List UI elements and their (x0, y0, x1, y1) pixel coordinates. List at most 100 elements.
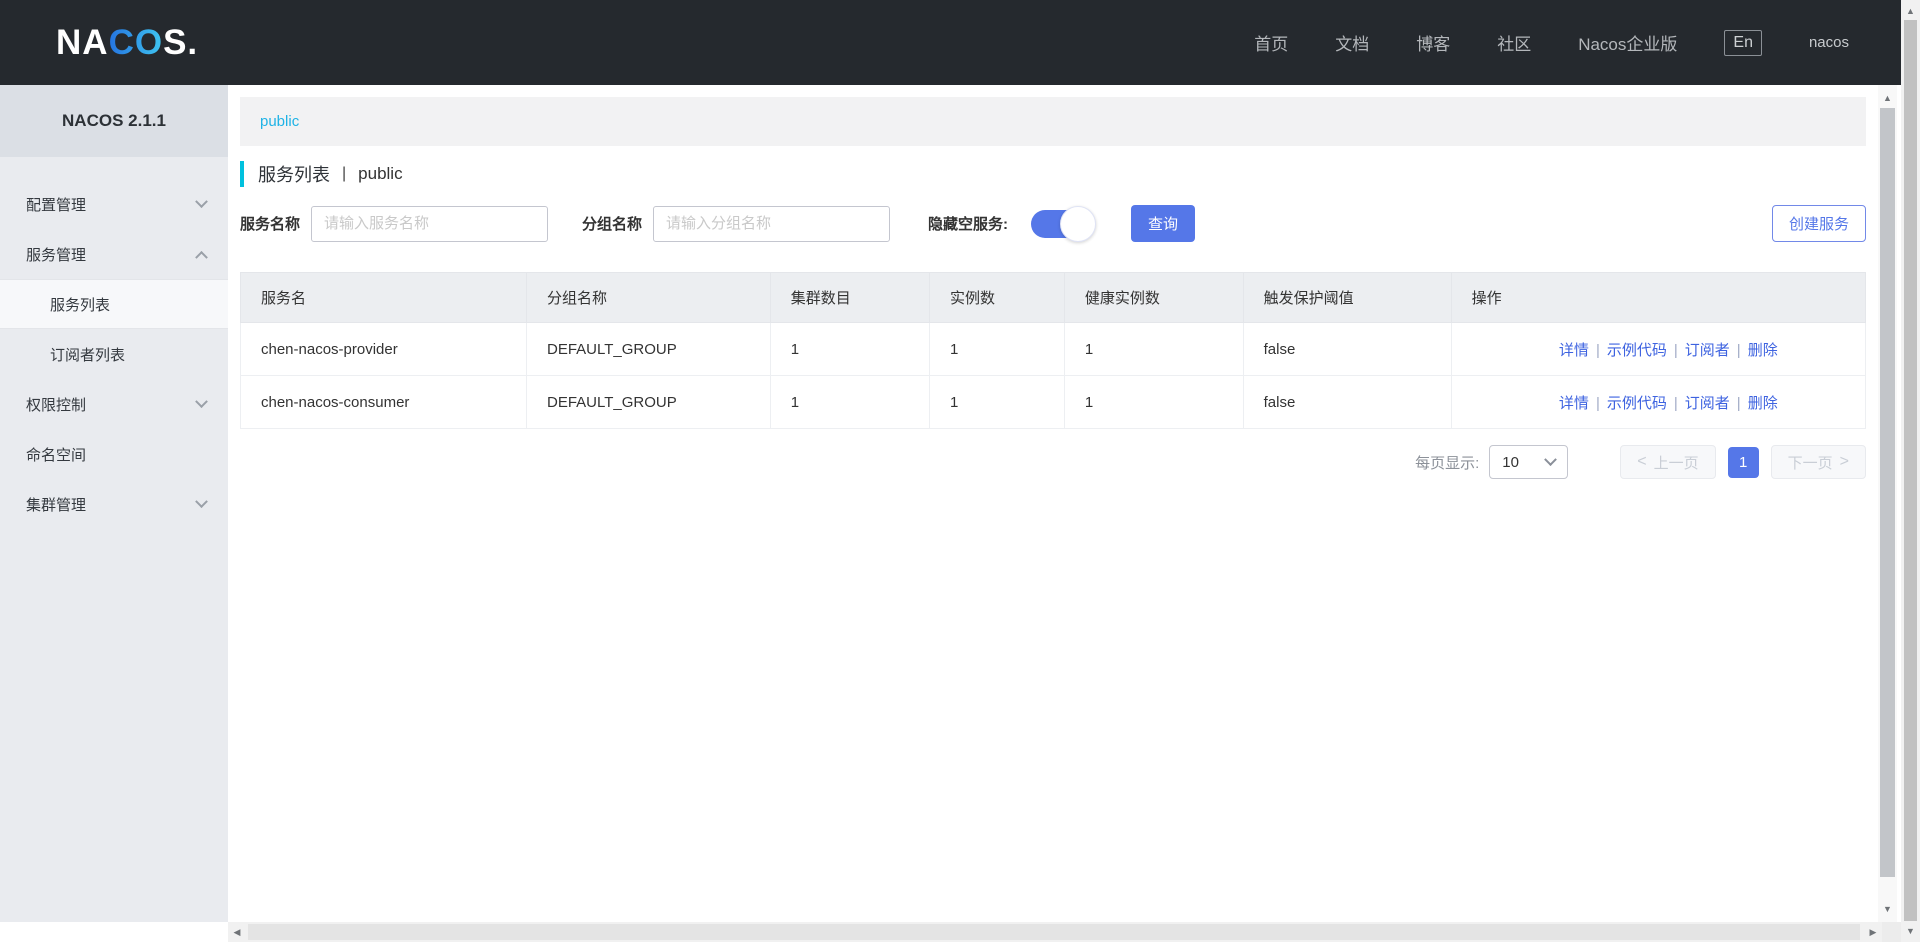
col-header-protect-threshold: 触发保护阈值 (1242, 272, 1452, 323)
scrollbar-thumb[interactable] (1904, 20, 1917, 921)
bottom-bar: ◀ ▶ (0, 922, 1901, 942)
service-name-input[interactable] (311, 205, 549, 242)
breadcrumb-namespace-link[interactable]: public (260, 113, 299, 130)
top-navbar: NACOS. 首页 文档 博客 社区 Nacos企业版 En nacos (0, 0, 1901, 85)
scroll-up-icon[interactable]: ▲ (1878, 91, 1897, 105)
cell-service-name: chen-nacos-provider (240, 322, 527, 376)
sidebar-item-config-management[interactable]: 配置管理 (0, 179, 228, 229)
scrollbar-thumb[interactable] (248, 924, 1860, 940)
group-name-label: 分组名称 (582, 216, 643, 233)
search-button[interactable]: 查询 (1131, 205, 1196, 242)
sidebar-version-title: NACOS 2.1.1 (0, 85, 228, 157)
action-separator: | (1673, 341, 1678, 359)
col-header-group-name: 分组名称 (526, 272, 771, 323)
bottom-right-corner (1882, 922, 1901, 942)
chevron-right-icon: > (1839, 453, 1849, 470)
cell-operations: 详情 | 示例代码 | 订阅者 | 删除 (1450, 322, 1867, 376)
title-separator: | (342, 165, 347, 182)
col-header-healthy-instance-count: 健康实例数 (1063, 272, 1244, 323)
nav-link-community[interactable]: 社区 (1497, 30, 1531, 55)
sample-code-link[interactable]: 示例代码 (1607, 395, 1667, 412)
col-header-operations: 操作 (1450, 272, 1867, 323)
prev-page-button[interactable]: < 上一页 (1620, 445, 1716, 479)
subscriber-link[interactable]: 订阅者 (1685, 395, 1730, 412)
cell-cluster-count: 1 (769, 375, 931, 429)
window-vertical-scrollbar[interactable]: ▲ ▼ (1901, 0, 1920, 942)
cell-group-name: DEFAULT_GROUP (526, 322, 771, 376)
sidebar-item-namespace[interactable]: 命名空间 (0, 429, 228, 479)
action-separator: | (1595, 394, 1600, 412)
service-table: 服务名 分组名称 集群数目 实例数 健康实例数 触发保护阈值 操作 chen-n… (240, 272, 1867, 429)
cell-healthy-count: 1 (1063, 322, 1244, 376)
sidebar-item-label: 订阅者列表 (50, 346, 126, 364)
cell-instance-count: 1 (929, 375, 1065, 429)
table-row: chen-nacos-consumer DEFAULT_GROUP 1 1 1 … (240, 375, 1867, 429)
sidebar-item-label: 服务列表 (50, 296, 111, 314)
nav-link-home[interactable]: 首页 (1254, 30, 1288, 55)
scrollbar-thumb[interactable] (1880, 108, 1895, 877)
prev-page-label: 上一页 (1653, 454, 1699, 472)
language-switch-button[interactable]: En (1724, 29, 1762, 56)
chevron-down-icon (195, 194, 208, 208)
chevron-down-icon (195, 394, 208, 408)
breadcrumb: public (240, 97, 1866, 146)
sidebar-menu: 配置管理 服务管理 服务列表 订阅者列表 权限控制 命名空间 集群管理 (0, 157, 228, 529)
delete-link[interactable]: 删除 (1748, 395, 1778, 412)
action-separator: | (1736, 394, 1741, 412)
nav-link-enterprise[interactable]: Nacos企业版 (1578, 30, 1677, 55)
chevron-up-icon (195, 250, 208, 264)
nacos-logo[interactable]: NACOS. (56, 23, 198, 63)
sidebar-item-cluster-management[interactable]: 集群管理 (0, 479, 228, 529)
bottom-left-corner (0, 922, 228, 942)
page-size-select[interactable]: 10 (1489, 445, 1569, 479)
col-header-cluster-count: 集群数目 (769, 272, 931, 323)
group-name-input[interactable] (653, 205, 891, 242)
filter-toolbar: 服务名称 分组名称 隐藏空服务: 查询 创建服务 (240, 205, 1866, 242)
scroll-left-icon[interactable]: ◀ (228, 922, 246, 942)
create-service-button[interactable]: 创建服务 (1772, 205, 1866, 242)
sidebar-item-label: 配置管理 (26, 196, 87, 214)
scroll-right-icon[interactable]: ▶ (1864, 922, 1882, 942)
logo-text-suffix: S. (163, 22, 199, 62)
sidebar-item-permission-control[interactable]: 权限控制 (0, 379, 228, 429)
hide-empty-service-toggle[interactable] (1031, 205, 1097, 242)
sidebar-item-label: 命名空间 (26, 446, 87, 464)
subscriber-link[interactable]: 订阅者 (1685, 342, 1730, 359)
page-size-label: 每页显示: (1415, 454, 1480, 472)
content-vertical-scrollbar[interactable]: ▲ ▼ (1878, 85, 1897, 922)
cell-protect-threshold: false (1242, 322, 1452, 376)
cell-cluster-count: 1 (769, 322, 931, 376)
scroll-down-icon[interactable]: ▼ (1901, 924, 1920, 938)
sidebar-item-service-list[interactable]: 服务列表 (0, 279, 228, 329)
nav-link-docs[interactable]: 文档 (1335, 30, 1369, 55)
scroll-down-icon[interactable]: ▼ (1878, 902, 1897, 916)
cell-operations: 详情 | 示例代码 | 订阅者 | 删除 (1450, 375, 1867, 429)
app-window: NACOS. 首页 文档 博客 社区 Nacos企业版 En nacos NAC… (0, 0, 1901, 942)
action-separator: | (1595, 341, 1600, 359)
sidebar-item-service-management[interactable]: 服务管理 (0, 229, 228, 279)
sidebar-item-label: 集群管理 (26, 496, 87, 514)
horizontal-scrollbar[interactable]: ◀ ▶ (228, 922, 1882, 942)
main-content: public 服务列表 | public 服务名称 分组名称 隐藏空服务: 查询… (228, 85, 1878, 922)
cell-healthy-count: 1 (1063, 375, 1244, 429)
delete-link[interactable]: 删除 (1748, 342, 1778, 359)
sidebar-item-label: 服务管理 (26, 246, 87, 264)
logo-text-prefix: NA (56, 22, 109, 62)
next-page-button[interactable]: 下一页 > (1770, 445, 1866, 479)
logged-in-username[interactable]: nacos (1809, 34, 1849, 51)
sample-code-link[interactable]: 示例代码 (1607, 342, 1667, 359)
sidebar: NACOS 2.1.1 配置管理 服务管理 服务列表 订阅者列表 权限控制 命名… (0, 85, 228, 922)
table-header-row: 服务名 分组名称 集群数目 实例数 健康实例数 触发保护阈值 操作 (240, 272, 1867, 323)
scroll-up-icon[interactable]: ▲ (1901, 4, 1920, 18)
chevron-down-icon (195, 494, 208, 508)
current-page-button[interactable]: 1 (1727, 446, 1759, 478)
detail-link[interactable]: 详情 (1559, 395, 1589, 412)
detail-link[interactable]: 详情 (1559, 342, 1589, 359)
page-title: 服务列表 | public (240, 161, 1866, 187)
nav-link-blog[interactable]: 博客 (1416, 30, 1450, 55)
page-title-namespace: public (358, 164, 403, 183)
service-name-label: 服务名称 (240, 216, 301, 233)
col-header-service-name: 服务名 (240, 272, 527, 323)
sidebar-item-subscriber-list[interactable]: 订阅者列表 (0, 329, 228, 379)
cell-group-name: DEFAULT_GROUP (526, 375, 771, 429)
